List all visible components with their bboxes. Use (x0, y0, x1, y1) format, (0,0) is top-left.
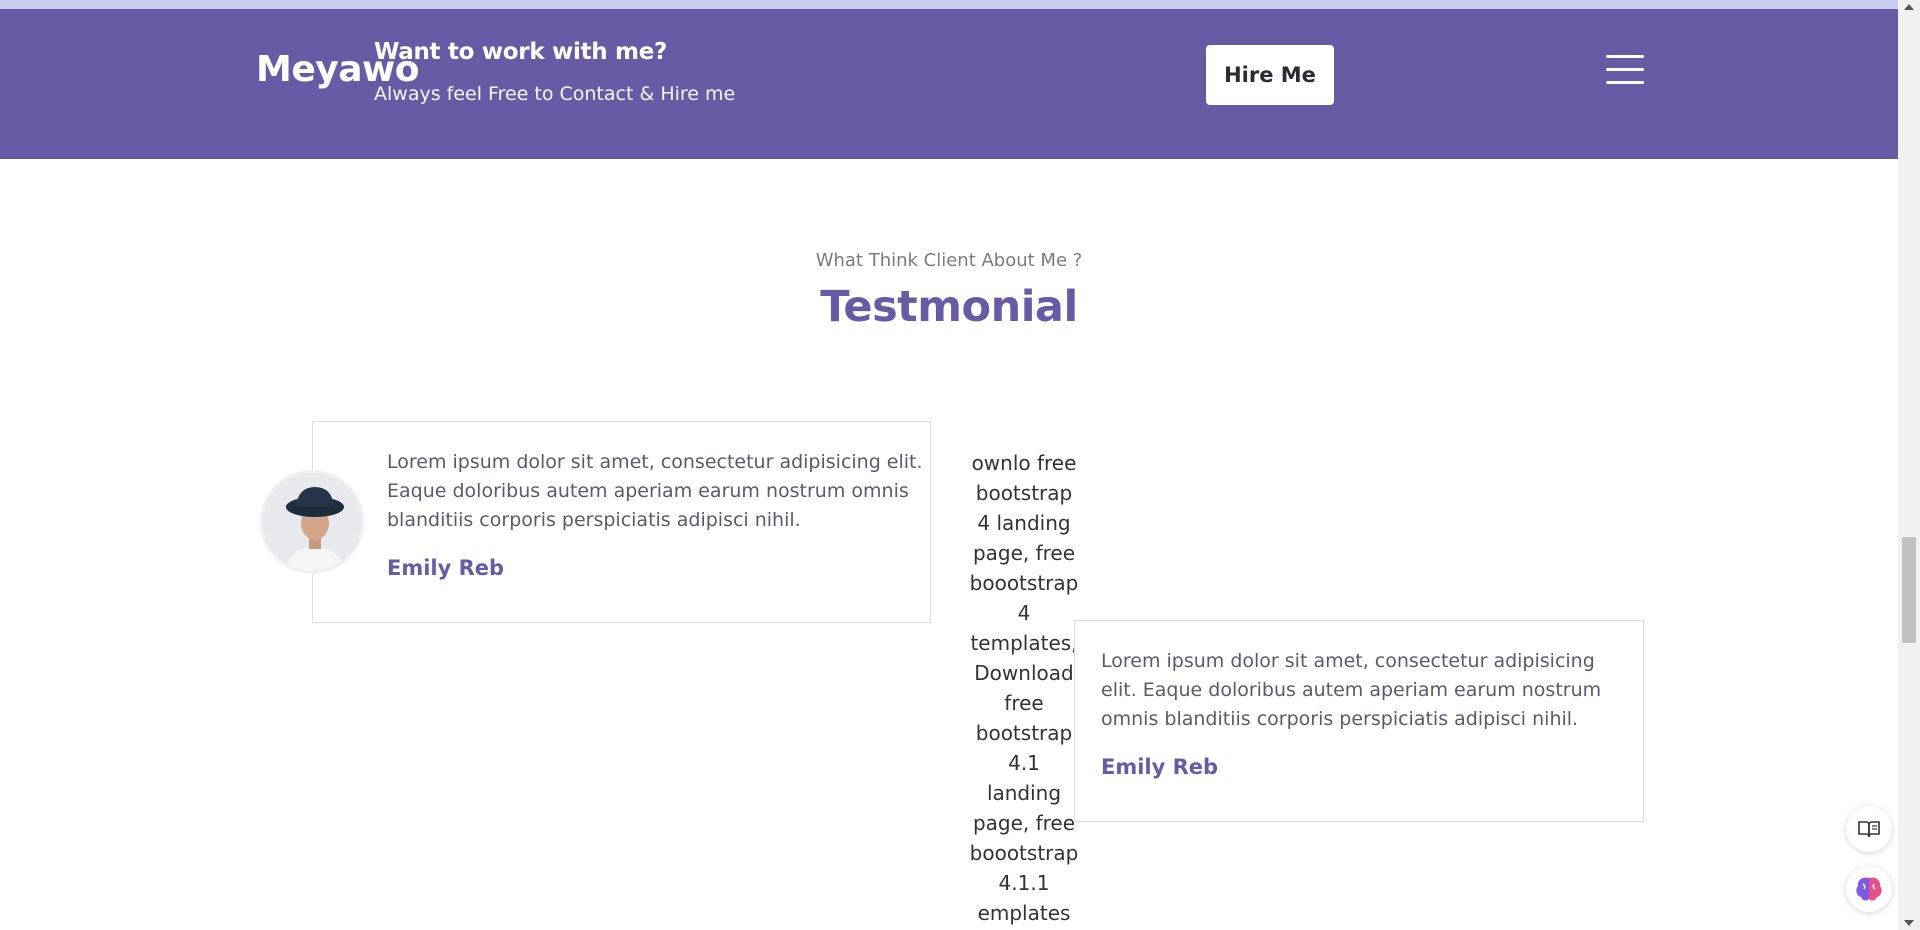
scrollbar-thumb[interactable] (1902, 537, 1916, 643)
avatar (260, 470, 364, 574)
section-subtitle: What Think Client About Me ? (815, 250, 1083, 271)
reader-mode-icon (1858, 821, 1880, 838)
brain-assistant-icon (1856, 877, 1882, 901)
testimonial-text: Lorem ipsum dolor sit amet, consectetur … (387, 451, 923, 531)
assistant-button[interactable] (1846, 866, 1892, 912)
reader-mode-button[interactable] (1846, 806, 1892, 852)
testimonial-author: Emily Reb (387, 556, 505, 580)
cta-subtitle: Always feel Free to Contact & Hire me (374, 83, 736, 105)
scroll-down-arrow-icon[interactable] (1904, 920, 1914, 926)
testimonial-card: Lorem ipsum dolor sit amet, consectetur … (312, 421, 931, 623)
testimonial-card: Lorem ipsum dolor sit amet, consectetur … (1074, 620, 1644, 822)
avatar-alt-text: ownlo free bootstrap 4 landing page, fre… (969, 451, 1079, 925)
cta-title: Want to work with me? (374, 39, 668, 65)
browser-top-strip (0, 0, 1898, 9)
section-title: Testmonial (820, 282, 1078, 332)
scroll-up-arrow-icon[interactable] (1904, 4, 1914, 10)
page-scrollbar[interactable] (1898, 0, 1920, 930)
testimonial-text: Lorem ipsum dolor sit amet, consectetur … (1101, 650, 1602, 730)
hire-me-button[interactable]: Hire Me (1206, 45, 1334, 105)
site-header: Meyawo Want to work with me? Always feel… (0, 9, 1898, 159)
testimonial-author: Emily Reb (1101, 755, 1219, 779)
hamburger-menu-icon[interactable] (1606, 55, 1644, 85)
